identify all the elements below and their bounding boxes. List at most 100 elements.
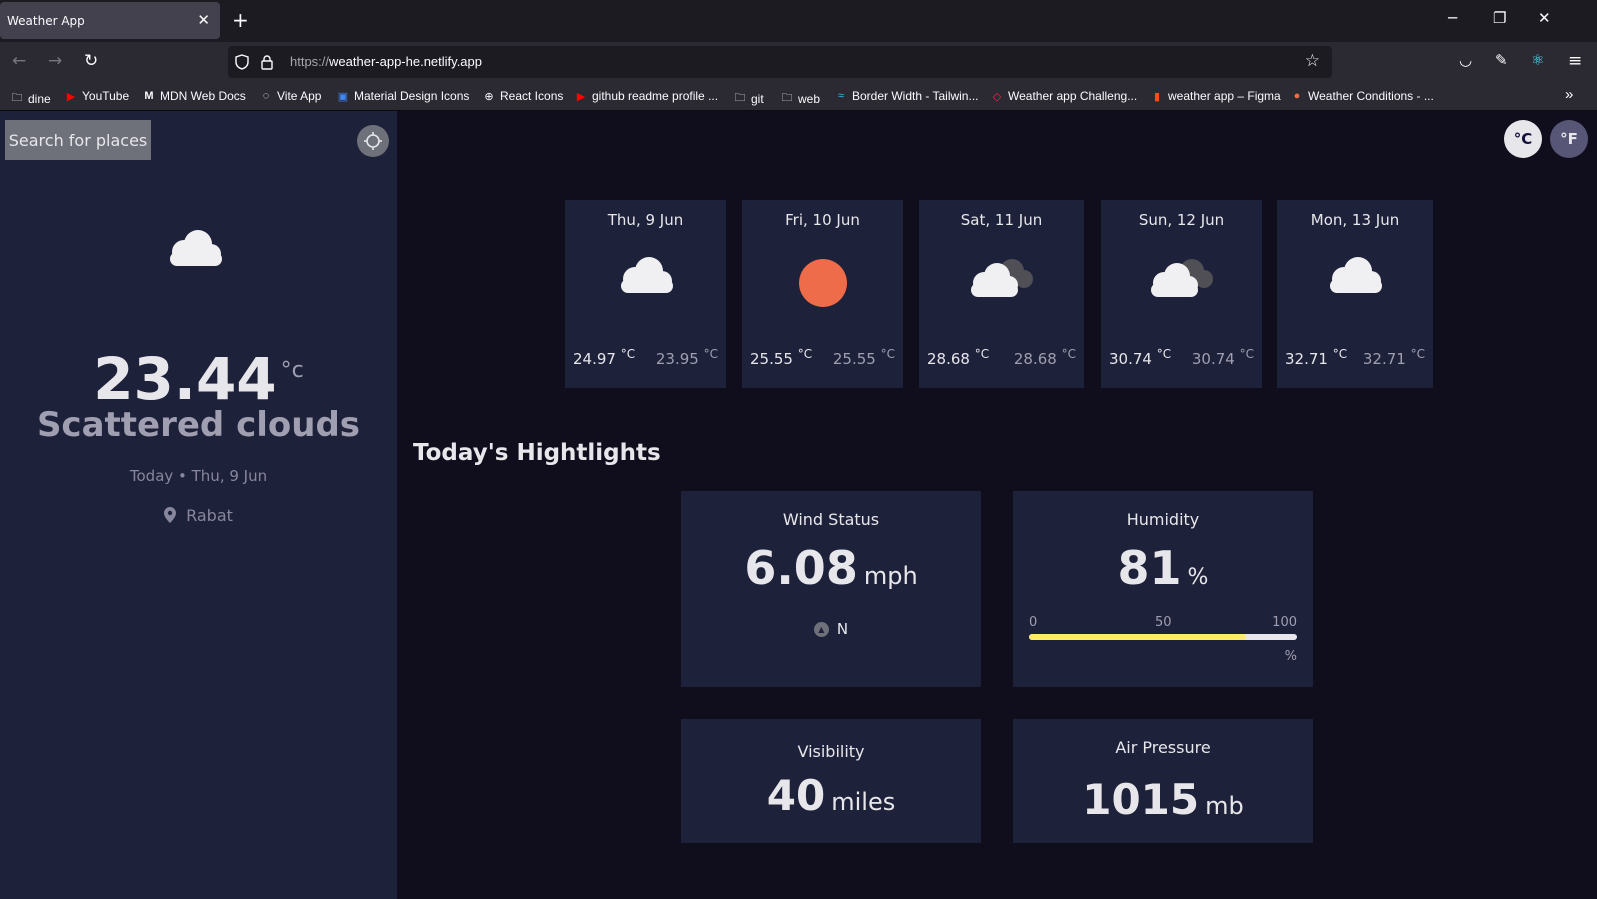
- bookmark-item[interactable]: ≈ Border Width - Tailwin...: [834, 89, 979, 103]
- bookmark-item[interactable]: M MDN Web Docs: [142, 89, 245, 103]
- cloud-icon: [1330, 257, 1382, 293]
- wind-value: 6.08 mph: [744, 541, 918, 595]
- temperature-value: 23.44: [93, 345, 277, 413]
- window-close-icon[interactable]: ✕: [1538, 9, 1551, 27]
- current-date: Today • Thu, 9 Jun: [129, 467, 268, 485]
- humidity-value: 81%: [1117, 541, 1209, 595]
- bookmark-item[interactable]: ▶ github readme profile ...: [574, 89, 718, 103]
- react-devtools-icon[interactable]: ⚛: [1531, 51, 1544, 69]
- forecast-min: 30.74 °C: [1191, 347, 1254, 368]
- forecast-day: Fri, 10 Jun: [785, 211, 860, 229]
- restore-icon[interactable]: ❐: [1493, 9, 1506, 27]
- forecast-card: Thu, 9 Jun 24.97 °C 23.95 °C: [565, 200, 726, 388]
- forecast-max: 24.97 °C: [573, 347, 636, 368]
- mdi-icon: ▣: [337, 90, 349, 103]
- browser-tab[interactable]: Weather App ✕: [0, 2, 220, 39]
- bookmark-item[interactable]: 🗀 git: [733, 89, 764, 108]
- bookmark-item[interactable]: ▮ weather app – Figma: [1150, 89, 1281, 103]
- current-location-button[interactable]: [357, 125, 389, 157]
- folder-icon: 🗀: [11, 92, 23, 104]
- scale-max: 100: [1272, 615, 1297, 630]
- forecast-min: 25.55 °C: [832, 347, 895, 368]
- folder-icon: 🗀: [734, 92, 746, 104]
- wind-label: Wind Status: [782, 510, 880, 529]
- heavy-cloud-icon: [1150, 259, 1213, 297]
- tab-close-icon[interactable]: ✕: [197, 11, 210, 29]
- bookmark-item[interactable]: ● Weather Conditions - ...: [1290, 89, 1434, 103]
- bookmark-item[interactable]: ▣ Material Design Icons: [336, 89, 470, 103]
- tailwind-icon: ≈: [837, 90, 845, 102]
- youtube-icon: ▶: [576, 90, 586, 103]
- folder-icon: 🗀: [781, 92, 793, 104]
- humidity-label: Humidity: [1126, 510, 1200, 529]
- highlights-title: Today's Hightlights: [413, 440, 661, 466]
- forecast-max: 32.71 °C: [1285, 347, 1348, 368]
- reload-icon[interactable]: ↻: [84, 51, 98, 71]
- air-pressure-card: Air Pressure 1015 mb: [1013, 719, 1313, 843]
- youtube-icon: ▶: [66, 90, 76, 103]
- bookmark-item[interactable]: 🗀 web: [780, 89, 821, 108]
- lock-icon[interactable]: [260, 54, 274, 70]
- back-icon[interactable]: ←: [12, 51, 26, 71]
- heavy-cloud-icon: [970, 259, 1033, 297]
- bookmark-item[interactable]: ⊕ React Icons: [482, 89, 563, 103]
- forecast-max: 28.68 °C: [927, 347, 990, 368]
- wrench-icon[interactable]: ✎: [1495, 51, 1508, 69]
- bookmarks-bar: 🗀 dine ▶ YouTube M MDN Web Docs ◌ Vite App ▣…: [0, 83, 1597, 111]
- fahrenheit-button[interactable]: °F: [1550, 120, 1588, 158]
- weather-condition: Scattered clouds: [36, 405, 361, 445]
- gps-icon: [364, 132, 382, 150]
- forecast-min: 28.68 °C: [1013, 347, 1076, 368]
- visibility-value: 40 miles: [766, 771, 896, 820]
- location-name: Rabat: [186, 506, 233, 525]
- bookmark-star-icon[interactable]: ☆: [1305, 51, 1320, 71]
- sun-icon: [798, 259, 847, 307]
- forecast-day: Sat, 11 Jun: [960, 211, 1043, 229]
- figma-icon: ▮: [1153, 90, 1161, 103]
- visibility-label: Visibility: [797, 742, 865, 761]
- scale-min: 0: [1029, 615, 1038, 630]
- humidity-bar: [1029, 634, 1297, 640]
- forecast-max: 25.55 °C: [750, 347, 813, 368]
- visibility-card: Visibility 40 miles: [681, 719, 981, 843]
- bookmark-item[interactable]: ◇ Weather app Challeng...: [990, 89, 1137, 103]
- globe-icon: ⊕: [484, 90, 494, 103]
- forecast-min: 32.71 °C: [1362, 347, 1425, 368]
- wind-status-card: Wind Status 6.08 mph ▲ N: [681, 491, 981, 687]
- forecast-card: Fri, 10 Jun 25.55 °C 25.55 °C: [742, 200, 903, 388]
- browser-tab-bar: Weather App ✕ + ─ ❐ ✕: [0, 0, 1597, 42]
- pocket-icon[interactable]: ◡: [1459, 51, 1472, 69]
- shield-icon[interactable]: [234, 54, 250, 70]
- cloud-icon: [170, 230, 222, 266]
- navigation-arrow-icon: ▲: [813, 621, 829, 637]
- devchallenges-icon: ◇: [992, 90, 1002, 103]
- scale-unit: %: [1284, 649, 1297, 664]
- openweather-icon: ●: [1293, 90, 1301, 102]
- humidity-card: Humidity 81% 0 50 100 %: [1013, 491, 1313, 687]
- vite-icon: ◌: [262, 90, 270, 102]
- pressure-label: Air Pressure: [1115, 738, 1211, 757]
- bookmarks-overflow-icon[interactable]: »: [1565, 86, 1573, 103]
- menu-icon[interactable]: ≡: [1568, 51, 1582, 71]
- browser-nav-bar: ← → ↻ https://weather-app-he.netlify.app…: [0, 42, 1597, 83]
- new-tab-button[interactable]: +: [232, 8, 249, 32]
- celsius-button[interactable]: °C: [1504, 120, 1542, 158]
- bookmark-item[interactable]: 🗀 dine: [10, 89, 51, 108]
- search-places-button[interactable]: Search for places: [5, 120, 151, 160]
- bookmark-item[interactable]: ▶ YouTube: [64, 89, 129, 103]
- forecast-card: Sat, 11 Jun 28.68 °C 28.68 °C: [919, 200, 1084, 388]
- location: Rabat: [0, 506, 397, 525]
- minimize-icon[interactable]: ─: [1448, 9, 1457, 27]
- forecast-min: 23.95 °C: [655, 347, 718, 368]
- wind-direction: ▲ N: [681, 620, 981, 638]
- forecast-day: Thu, 9 Jun: [607, 211, 684, 229]
- temperature-unit: °c: [280, 358, 304, 383]
- bookmark-item[interactable]: ◌ Vite App: [259, 89, 322, 103]
- forward-icon[interactable]: →: [48, 51, 62, 71]
- current-temperature: 23.44 °c: [0, 345, 397, 413]
- humidity-bar-fill: [1029, 634, 1247, 640]
- url-text[interactable]: https://weather-app-he.netlify.app: [290, 54, 482, 69]
- forecast-card: Mon, 13 Jun 32.71 °C 32.71 °C: [1277, 200, 1433, 388]
- url-bar[interactable]: https://weather-app-he.netlify.app ☆: [228, 46, 1332, 78]
- forecast-card: Sun, 12 Jun 30.74 °C 30.74 °C: [1101, 200, 1262, 388]
